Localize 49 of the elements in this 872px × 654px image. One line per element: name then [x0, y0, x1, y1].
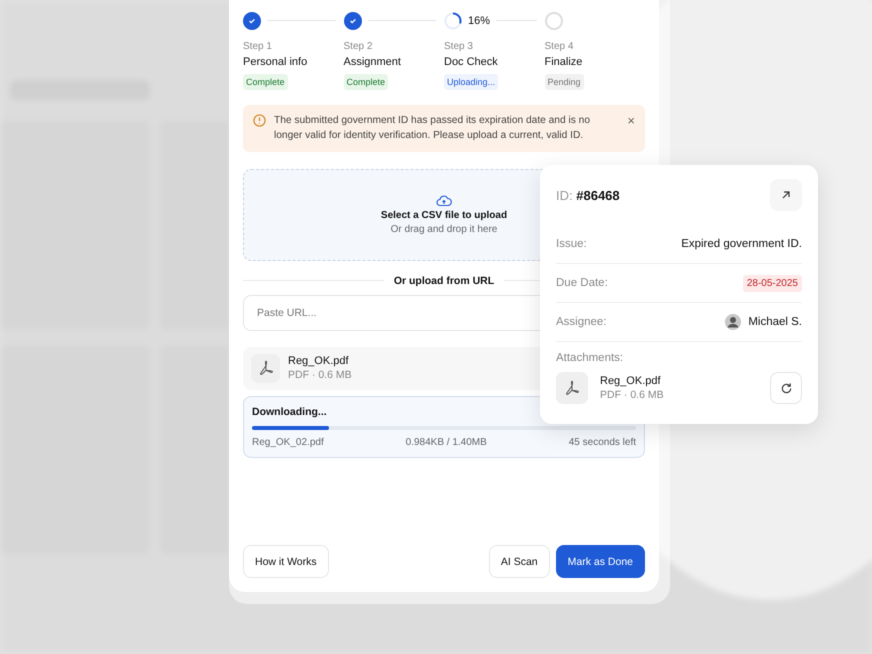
- status-badge: Complete: [344, 74, 388, 90]
- status-badge: Pending: [544, 74, 584, 90]
- ai-scan-button[interactable]: AI Scan: [488, 545, 550, 578]
- empty-circle-icon: [544, 12, 562, 30]
- field-value: Expired government ID.: [681, 238, 802, 250]
- step-title: Assignment: [344, 56, 401, 68]
- step-number: Step 2: [344, 41, 372, 52]
- close-button[interactable]: ×: [627, 113, 635, 128]
- step-number: Step 1: [243, 41, 272, 52]
- alert-message: The submitted government ID has passed its expiration date and is no longer valid for identity verification. Please upload a current, valid ID.: [274, 114, 591, 144]
- spinner-icon: [444, 12, 462, 30]
- file-meta: PDF · 0.6 MB: [600, 389, 665, 401]
- status-badge: Complete: [243, 74, 288, 90]
- refresh-icon: [780, 382, 792, 394]
- how-it-works-button[interactable]: How it Works: [243, 545, 329, 578]
- warning-icon: [253, 114, 266, 127]
- field-label: Due Date:: [556, 277, 608, 289]
- download-size: 0.984KB / 1.40MB: [406, 436, 487, 448]
- step-title: Doc Check: [444, 56, 498, 68]
- file-meta: PDF · 0.6 MB: [288, 369, 352, 382]
- dropzone-title: Select a CSV file to upload: [380, 210, 508, 221]
- due-date-badge: 28-05-2025: [742, 274, 802, 292]
- arrow-up-right-icon: [780, 189, 792, 201]
- attachments-label: Attachments:: [556, 352, 624, 364]
- status-badge: Uploading...: [444, 74, 498, 90]
- cloud-upload-icon: [436, 194, 452, 207]
- time-remaining: 45 seconds left: [568, 436, 636, 448]
- step-number: Step 4: [544, 41, 574, 52]
- assignee-name: Michael S.: [748, 316, 802, 328]
- file-name: Reg_OK.pdf: [288, 355, 350, 368]
- divider-label: Or upload from URL: [394, 274, 494, 287]
- step-number: Step 3: [444, 41, 473, 52]
- file-name: Reg_OK.pdf: [600, 375, 662, 387]
- dropzone-hint: Or drag and drop it here: [390, 224, 498, 235]
- download-file-name: Reg_OK_02.pdf: [252, 436, 324, 448]
- field-label: Assignee:: [556, 316, 607, 328]
- pdf-icon: [556, 372, 588, 404]
- download-title: Downloading...: [252, 406, 328, 418]
- mark-as-done-button[interactable]: Mark as Done: [556, 545, 645, 578]
- check-icon: [344, 12, 362, 30]
- check-icon: [243, 12, 261, 30]
- field-label: Issue:: [556, 238, 587, 250]
- pdf-icon: [251, 354, 280, 383]
- avatar: [725, 314, 742, 330]
- refresh-button[interactable]: [770, 372, 802, 404]
- step-percent: 16%: [468, 14, 490, 26]
- step-title: Personal info: [243, 56, 308, 68]
- ticket-id: ID: #86468: [556, 188, 620, 202]
- step-title: Finalize: [544, 56, 582, 68]
